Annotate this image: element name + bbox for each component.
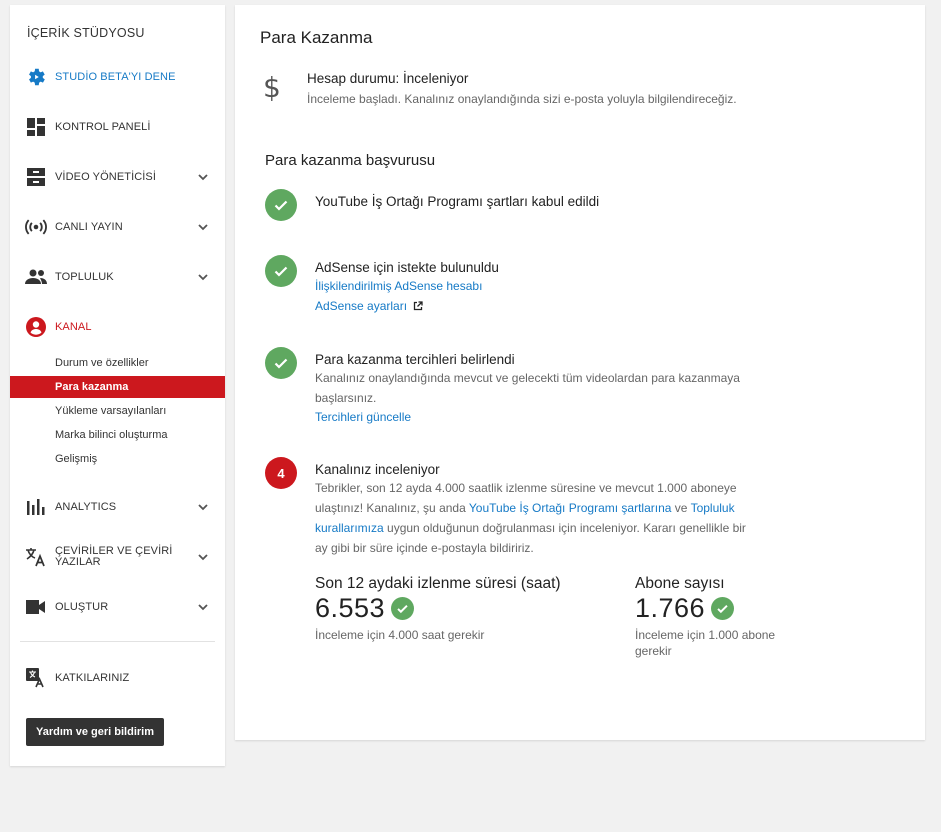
sidebar-divider	[20, 641, 215, 642]
translate-box-icon	[25, 667, 47, 689]
studio-title: İÇERİK STÜDYOSU	[27, 26, 145, 40]
step-description-line: Kanalınız onaylandığında mevcut ve gelec…	[315, 371, 740, 385]
step-description-line: ay gibi bir süre içinde e-postayla bildi…	[315, 541, 534, 555]
nav-label: KATKILARINIZ	[55, 672, 130, 684]
text-fragment: ulaştınız! Kanalınız, şu anda	[315, 501, 469, 515]
note-line: gerekir	[635, 644, 672, 658]
bar-chart-icon	[25, 496, 47, 518]
check-icon	[265, 255, 297, 287]
account-status-description: İnceleme başladı. Kanalınız onaylandığın…	[307, 92, 737, 106]
adsense-account-link[interactable]: İlişkilendirilmiş AdSense hesabı	[315, 276, 482, 296]
step-number-badge: 4	[265, 457, 297, 489]
nav-label: KANAL	[55, 321, 92, 333]
chevron-down-icon[interactable]	[196, 220, 210, 234]
subnav-branding[interactable]: Marka bilinci oluşturma	[10, 424, 225, 446]
check-icon	[265, 347, 297, 379]
nav-contributions[interactable]: KATKILARINIZ	[10, 663, 225, 693]
text-fragment: uygun olduğunun doğrulanması için incele…	[383, 521, 746, 535]
dollar-icon: $	[263, 71, 281, 104]
external-link-icon	[414, 301, 424, 311]
nav-label: ÇEVİRİLER VE ÇEVİRİ YAZILAR	[55, 546, 172, 568]
nav-label: TOPLULUK	[55, 271, 114, 283]
dashboard-icon	[25, 116, 47, 138]
subscribers-number: 1.766	[635, 593, 706, 623]
nav-video-manager[interactable]: VİDEO YÖNETİCİSİ	[10, 162, 225, 192]
subnav-monetization[interactable]: Para kazanma	[10, 376, 225, 398]
step-title: YouTube İş Ortağı Programı şartları kabu…	[315, 194, 600, 209]
subscribers-note: İnceleme için 1.000 abone gerekir	[635, 627, 775, 659]
check-icon	[711, 597, 735, 620]
nav-dashboard[interactable]: KONTROL PANELİ	[10, 112, 225, 142]
subnav-advanced[interactable]: Gelişmiş	[10, 448, 225, 470]
chevron-down-icon[interactable]	[196, 270, 210, 284]
subnav-label: Gelişmiş	[55, 453, 98, 465]
watch-time-note: İnceleme için 4.000 saat gerekir	[315, 628, 485, 642]
watch-time-number: 6.553	[315, 593, 386, 623]
account-circle-icon	[25, 316, 47, 338]
step-description-line: ulaştınız! Kanalınız, şu anda YouTube İş…	[315, 498, 735, 518]
watch-time-value: 6.553	[315, 593, 415, 624]
subscribers-value: 1.766	[635, 593, 735, 624]
community-guidelines-link[interactable]: kurallarımıza	[315, 521, 384, 535]
step-description-line: Tebrikler, son 12 ayda 4.000 saatlik izl…	[315, 481, 737, 495]
nav-label-line2: YAZILAR	[55, 556, 101, 568]
chevron-down-icon[interactable]	[196, 550, 210, 564]
subnav-label: Marka bilinci oluşturma	[55, 429, 168, 441]
video-camera-icon	[25, 596, 47, 618]
page-title: Para Kazanma	[260, 28, 373, 47]
chevron-down-icon[interactable]	[196, 170, 210, 184]
link-text[interactable]: Tercihleri güncelle	[315, 410, 411, 424]
chevron-down-icon[interactable]	[196, 600, 210, 614]
step-description-line: kurallarımıza uygun olduğunun doğrulanma…	[315, 518, 746, 538]
nav-translations[interactable]: ÇEVİRİLER VE ÇEVİRİ YAZILAR	[10, 542, 225, 572]
step-title: Kanalınız inceleniyor	[315, 462, 440, 477]
step-description-line: başlarsınız.	[315, 391, 377, 405]
monetization-panel: Para Kazanma $ Hesap durumu: İnceleniyor…	[235, 5, 925, 740]
nav-label: CANLI YAYIN	[55, 221, 123, 233]
video-manager-icon	[25, 166, 47, 188]
nav-label: STUDİO BETA'YI DENE	[55, 71, 176, 83]
step-title: Para kazanma tercihleri belirlendi	[315, 352, 515, 367]
nav-live[interactable]: CANLI YAYIN	[10, 212, 225, 242]
account-status: Hesap durumu: İnceleniyor	[307, 71, 469, 86]
help-feedback-button[interactable]: Yardım ve geri bildirim	[26, 718, 164, 746]
nav-label: OLUŞTUR	[55, 601, 109, 613]
update-preferences-link[interactable]: Tercihleri güncelle	[315, 407, 411, 427]
community-guidelines-link[interactable]: Topluluk	[691, 501, 735, 515]
link-text[interactable]: AdSense ayarları	[315, 299, 407, 313]
nav-label: VİDEO YÖNETİCİSİ	[55, 171, 157, 183]
subnav-status-features[interactable]: Durum ve özellikler	[10, 352, 225, 374]
subscribers-label: Abone sayısı	[635, 575, 725, 592]
nav-community[interactable]: TOPLULUK	[10, 262, 225, 292]
live-broadcast-icon	[25, 216, 47, 238]
check-icon	[265, 189, 297, 221]
watch-time-label: Son 12 aydaki izlenme süresi (saat)	[315, 575, 561, 592]
nav-create[interactable]: OLUŞTUR	[10, 592, 225, 622]
nav-label: ANALYTICS	[55, 501, 117, 513]
nav-analytics[interactable]: ANALYTICS	[10, 492, 225, 522]
ypp-terms-link[interactable]: YouTube İş Ortağı Programı şartlarına	[469, 501, 672, 515]
application-title: Para kazanma başvurusu	[265, 152, 436, 169]
text-fragment: ve	[671, 501, 691, 515]
note-line: İnceleme için 1.000 abone	[635, 628, 776, 642]
nav-channel[interactable]: KANAL	[10, 312, 225, 342]
translate-icon	[25, 546, 47, 568]
check-icon	[391, 597, 415, 620]
link-text[interactable]: İlişkilendirilmiş AdSense hesabı	[315, 279, 482, 293]
nav-label: KONTROL PANELİ	[55, 121, 151, 133]
step-title: AdSense için istekte bulunuldu	[315, 260, 499, 275]
chevron-down-icon[interactable]	[196, 500, 210, 514]
subnav-label: Yükleme varsayılanları	[55, 405, 167, 417]
people-icon	[25, 266, 47, 288]
subnav-label: Para kazanma	[55, 381, 129, 393]
gear-icon	[25, 66, 47, 88]
nav-studio-beta[interactable]: STUDİO BETA'YI DENE	[10, 62, 225, 92]
subnav-upload-defaults[interactable]: Yükleme varsayılanları	[10, 400, 225, 422]
sidebar: İÇERİK STÜDYOSU STUDİO BETA'YI DENE KONT…	[10, 5, 225, 766]
subnav-label: Durum ve özellikler	[55, 357, 149, 369]
adsense-settings-link[interactable]: AdSense ayarları	[315, 296, 424, 316]
